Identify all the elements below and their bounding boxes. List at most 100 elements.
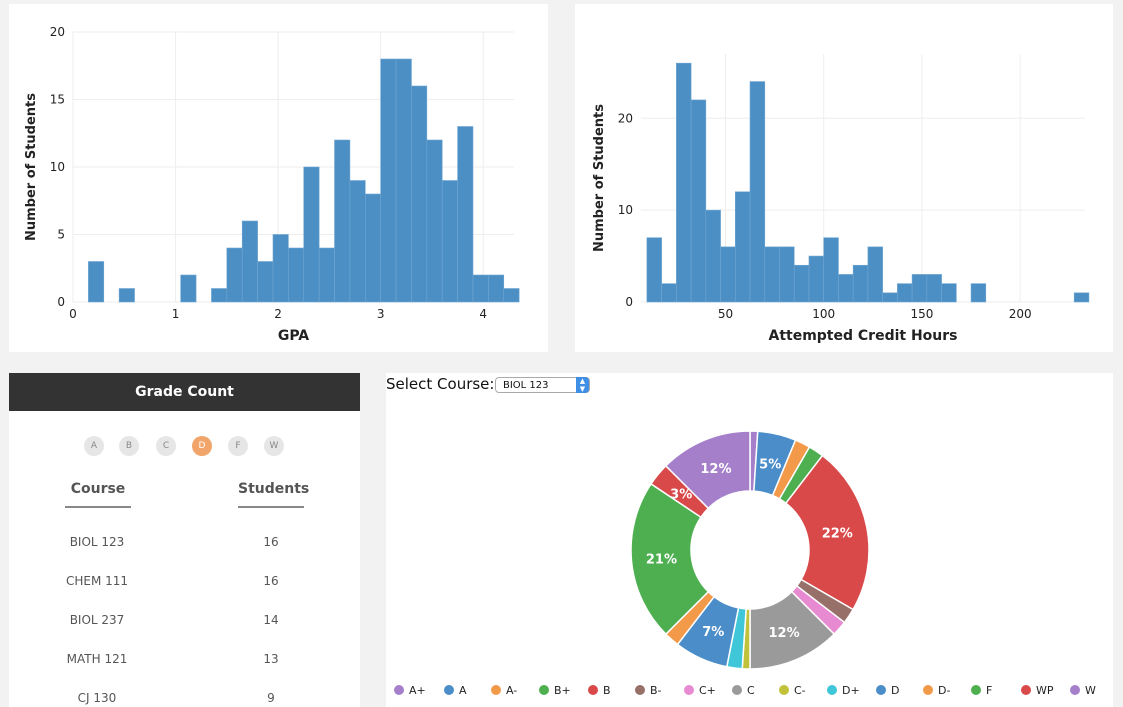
grade-donut-chart: 5%22%12%7%21%3%12% bbox=[630, 430, 870, 670]
histogram-bar bbox=[441, 180, 458, 303]
legend-label: D+ bbox=[842, 684, 860, 697]
histogram-bar bbox=[334, 139, 351, 303]
histogram-bar bbox=[646, 237, 662, 303]
table-row-course: CHEM 111 bbox=[65, 574, 129, 588]
donut-slice-label: 22% bbox=[822, 527, 853, 542]
legend-label: B- bbox=[650, 684, 662, 697]
students-column-header[interactable]: Students bbox=[238, 481, 309, 508]
legend-label: W bbox=[1085, 684, 1096, 697]
histogram-bar bbox=[793, 264, 810, 303]
histogram-bar bbox=[349, 180, 366, 303]
histogram-bar bbox=[488, 274, 505, 303]
y-axis-label: Number of Students bbox=[24, 93, 39, 241]
y-tick-label: 5 bbox=[57, 228, 65, 242]
histogram-bar bbox=[926, 274, 942, 303]
legend-label: D- bbox=[938, 684, 951, 697]
grade-button-c[interactable]: C bbox=[156, 436, 176, 456]
table-row-course: BIOL 237 bbox=[69, 613, 125, 627]
x-tick-label: 1 bbox=[172, 307, 180, 321]
histogram-bar bbox=[380, 58, 397, 303]
grade-count-panel: Grade Count A B C D F W Course Students … bbox=[9, 373, 360, 707]
legend-swatch-icon bbox=[1070, 685, 1080, 695]
donut-slice-label: 21% bbox=[646, 553, 677, 568]
histogram-bar bbox=[411, 85, 428, 303]
x-axis-label: Attempted Credit Hours bbox=[768, 328, 957, 344]
histogram-bar bbox=[911, 274, 928, 303]
x-tick-label: 3 bbox=[377, 307, 385, 321]
histogram-bar bbox=[941, 283, 957, 303]
histogram-bar bbox=[226, 247, 243, 303]
histogram-bar bbox=[364, 193, 381, 303]
legend-item[interactable]: A- bbox=[491, 684, 517, 697]
grade-count-title: Grade Count bbox=[9, 373, 360, 411]
grade-button-b[interactable]: B bbox=[119, 436, 139, 456]
histogram-bar bbox=[852, 264, 869, 303]
legend-item[interactable]: D bbox=[876, 684, 899, 697]
legend-label: C bbox=[747, 684, 755, 697]
table-row-students: 14 bbox=[263, 613, 279, 627]
legend-item[interactable]: B- bbox=[635, 684, 662, 697]
histogram-bar bbox=[472, 274, 489, 303]
histogram-bar bbox=[118, 288, 135, 303]
legend-item[interactable]: B bbox=[588, 684, 611, 697]
legend-label: A bbox=[459, 684, 467, 697]
grade-button-w[interactable]: W bbox=[264, 436, 284, 456]
legend-label: A+ bbox=[409, 684, 426, 697]
x-tick-label: 100 bbox=[812, 307, 835, 321]
gpa-histogram: 0 1 2 3 4 0 5 10 15 20 GPA Number of Students bbox=[24, 25, 520, 344]
legend-swatch-icon bbox=[779, 685, 789, 695]
credit-hours-histogram: 50 100 150 200 0 10 20 Attempted Credit Hours Nu… bbox=[592, 54, 1090, 344]
histogram-bar bbox=[749, 81, 766, 303]
legend-swatch-icon bbox=[971, 685, 981, 695]
course-grade-distribution-panel: Select Course: BIOL 123 ▲ ▼ 5% 22% 12% 7% 21%… bbox=[386, 373, 1113, 707]
legend-item[interactable]: C bbox=[732, 684, 755, 697]
histogram-bar bbox=[705, 209, 721, 303]
legend-label: D bbox=[891, 684, 900, 697]
legend-swatch-icon bbox=[635, 685, 645, 695]
histogram-bar bbox=[882, 292, 898, 303]
y-tick-label: 15 bbox=[50, 93, 65, 107]
histogram-bar bbox=[838, 274, 854, 303]
legend-swatch-icon bbox=[588, 685, 598, 695]
legend-swatch-icon bbox=[1021, 685, 1031, 695]
legend-item[interactable]: A bbox=[444, 684, 467, 697]
legend-swatch-icon bbox=[394, 685, 404, 695]
histogram-bar bbox=[88, 261, 105, 303]
grade-button-a[interactable]: A bbox=[84, 436, 104, 456]
table-row-students: 16 bbox=[263, 574, 279, 588]
grade-legend: A+ A A- B+ B B- C+ C C- D+ D D- F WP W bbox=[386, 684, 1113, 702]
legend-item[interactable]: D+ bbox=[827, 684, 860, 697]
table-row-course: CJ 130 bbox=[77, 691, 117, 705]
legend-label: B+ bbox=[554, 684, 571, 697]
table-row-students: 9 bbox=[267, 691, 275, 705]
donut-slice-label: 5% bbox=[759, 457, 781, 472]
histogram-bar bbox=[288, 247, 305, 303]
table-row-course: BIOL 123 bbox=[69, 535, 125, 549]
table-row-students: 16 bbox=[263, 535, 279, 549]
grade-button-d[interactable]: D bbox=[192, 436, 212, 456]
histogram-bar bbox=[426, 139, 443, 303]
legend-item[interactable]: C+ bbox=[684, 684, 716, 697]
legend-item[interactable]: W bbox=[1070, 684, 1096, 697]
legend-item[interactable]: D- bbox=[923, 684, 950, 697]
legend-swatch-icon bbox=[444, 685, 454, 695]
histogram-bar bbox=[779, 246, 795, 303]
donut-slice-label: 7% bbox=[702, 625, 724, 640]
course-column-header[interactable]: Course bbox=[65, 481, 131, 508]
y-tick-label: 0 bbox=[625, 295, 633, 309]
legend-item[interactable]: WP bbox=[1021, 684, 1054, 697]
grade-button-f[interactable]: F bbox=[228, 436, 248, 456]
legend-label: B bbox=[603, 684, 611, 697]
histogram-bar bbox=[1073, 292, 1090, 303]
histogram-bar bbox=[897, 283, 913, 303]
histogram-bar bbox=[257, 261, 274, 303]
legend-item[interactable]: B+ bbox=[539, 684, 571, 697]
table-row-course: MATH 121 bbox=[66, 652, 128, 666]
legend-item[interactable]: A+ bbox=[394, 684, 426, 697]
legend-item[interactable]: C- bbox=[779, 684, 806, 697]
histogram-bar bbox=[457, 126, 474, 303]
y-tick-label: 10 bbox=[618, 203, 633, 217]
histogram-bar bbox=[180, 274, 197, 303]
x-tick-label: 0 bbox=[69, 307, 77, 321]
legend-item[interactable]: F bbox=[971, 684, 992, 697]
